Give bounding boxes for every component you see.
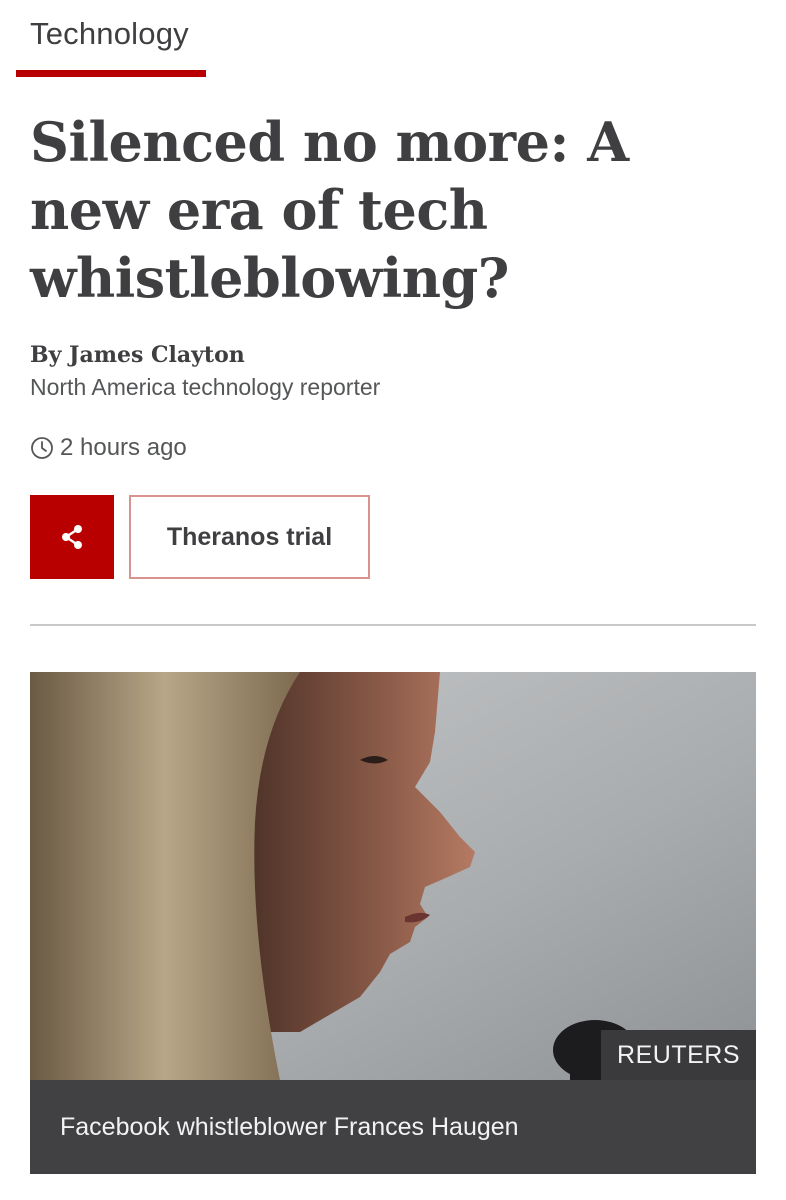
divider	[30, 624, 756, 626]
share-icon	[57, 522, 87, 552]
timestamp: 2 hours ago	[30, 434, 187, 462]
byline-author: By James Clayton	[30, 342, 245, 368]
photo-caption: Facebook whistleblower Frances Haugen	[30, 1080, 756, 1174]
photo-credit: REUTERS	[601, 1030, 756, 1080]
article-headline: Silenced no more: A new era of tech whis…	[30, 110, 629, 310]
article-figure: REUTERS Facebook whistleblower Frances H…	[30, 672, 756, 1174]
topic-tag-button[interactable]: Theranos trial	[129, 495, 370, 579]
article-photo	[30, 672, 756, 1080]
section-label[interactable]: Technology	[30, 16, 189, 52]
timestamp-text: 2 hours ago	[60, 434, 187, 461]
clock-icon	[30, 436, 54, 460]
share-button[interactable]	[30, 495, 114, 579]
byline-role: North America technology reporter	[30, 374, 381, 400]
section-underline	[16, 70, 206, 77]
